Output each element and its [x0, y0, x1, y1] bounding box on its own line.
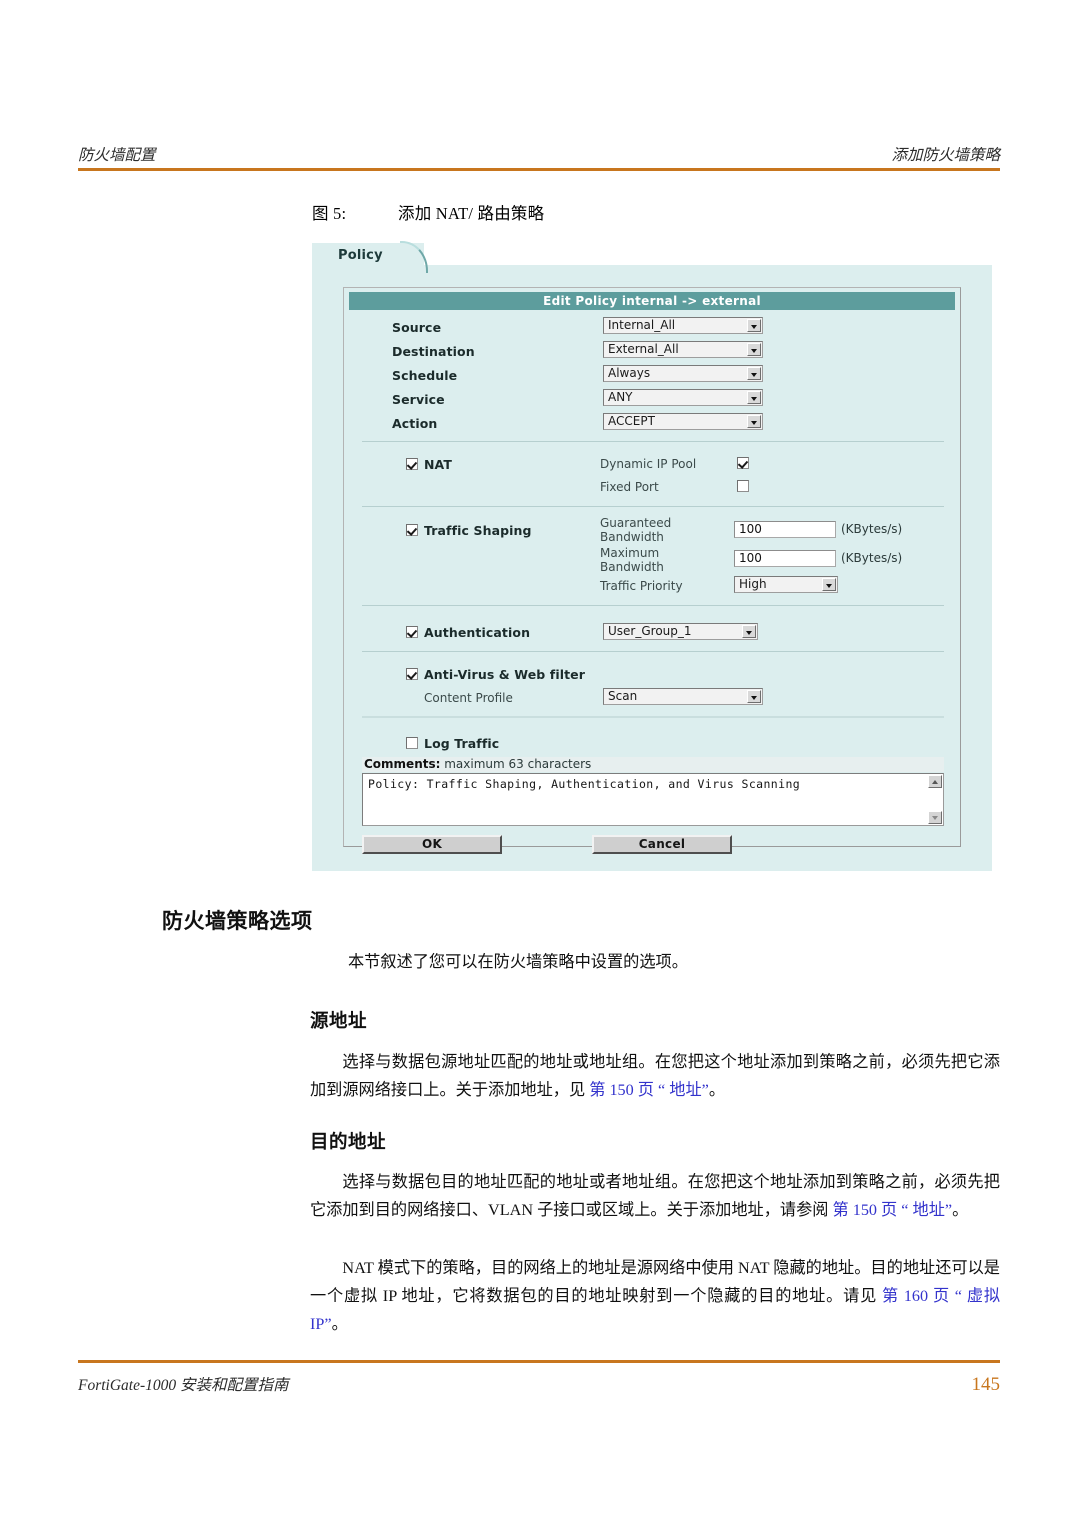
comments-bar: Comments: maximum 63 characters: [364, 757, 591, 771]
screenshot-figure: Policy Edit Policy internal -> external …: [312, 241, 992, 871]
comments-hint: maximum 63 characters: [440, 757, 592, 771]
select-source-value: Internal_All: [608, 318, 676, 332]
chevron-down-icon[interactable]: [747, 690, 761, 703]
label-source: Source: [392, 320, 442, 335]
checkbox-traffic-shaping[interactable]: [406, 524, 418, 536]
input-guaranteed-bandwidth-value: 100: [739, 522, 762, 536]
input-guaranteed-bandwidth[interactable]: 100: [734, 521, 836, 538]
tab-policy[interactable]: Policy: [312, 241, 428, 273]
comments-textarea[interactable]: Policy: Traffic Shaping, Authentication,…: [362, 773, 944, 826]
footer-title: FortiGate-1000 安装和配置指南: [78, 1377, 289, 1394]
select-schedule[interactable]: Always: [603, 365, 763, 382]
select-traffic-priority-value: High: [739, 577, 767, 591]
checkbox-nat[interactable]: [406, 458, 418, 470]
page-number: 145: [971, 1374, 1001, 1395]
label-service: Service: [392, 392, 445, 407]
paragraph-source-text-2: 。: [708, 1081, 726, 1099]
chevron-down-icon[interactable]: [747, 415, 761, 428]
label-content-profile: Content Profile: [424, 691, 513, 705]
input-maximum-bandwidth[interactable]: 100: [734, 550, 836, 567]
unit-maximum-bandwidth: (KBytes/s): [841, 551, 903, 565]
divider: [362, 716, 944, 718]
select-service[interactable]: ANY: [603, 389, 763, 406]
divider: [362, 506, 944, 507]
heading-destination-address: 目的地址: [310, 1133, 387, 1153]
footer-rule: [78, 1360, 1000, 1363]
chevron-down-icon[interactable]: [747, 391, 761, 404]
xref-address-150[interactable]: 第 150 页 “ 地址”: [589, 1081, 709, 1099]
comments-label: Comments:: [364, 757, 441, 771]
chevron-down-icon[interactable]: [747, 367, 761, 380]
running-head-right: 添加防火墙策略: [891, 147, 1000, 164]
heading-source-address: 源地址: [310, 1012, 368, 1032]
edit-policy-form: Edit Policy internal -> external Source …: [343, 287, 961, 854]
select-schedule-value: Always: [608, 366, 651, 380]
label-log-traffic: Log Traffic: [424, 736, 500, 751]
divider: [362, 441, 944, 442]
checkbox-authentication[interactable]: [406, 626, 418, 638]
select-destination-value: External_All: [608, 342, 679, 356]
paragraph-destination-address: 选择与数据包目的地址匹配的地址或者地址组。在您把这个地址添加到策略之前，必须先把…: [310, 1168, 1000, 1224]
label-dynamic-ip-pool: Dynamic IP Pool: [600, 457, 697, 471]
select-source[interactable]: Internal_All: [603, 317, 763, 334]
select-content-profile-value: Scan: [608, 689, 638, 703]
label-maximum-bandwidth-line2: Bandwidth: [600, 560, 664, 574]
select-action[interactable]: ACCEPT: [603, 413, 763, 430]
paragraph-source-address: 选择与数据包源地址匹配的地址或地址组。在您把这个地址添加到策略之前，必须先把它添…: [310, 1048, 1000, 1104]
figure-caption: 图 5: 添加 NAT/ 路由策略: [312, 200, 544, 224]
comments-textarea-value: Policy: Traffic Shaping, Authentication,…: [368, 777, 801, 791]
paragraph-dest-text-2: 。: [952, 1201, 969, 1219]
select-traffic-priority[interactable]: High: [734, 576, 838, 593]
label-traffic-priority: Traffic Priority: [600, 579, 683, 593]
chevron-down-icon[interactable]: [822, 578, 836, 591]
label-traffic-shaping: Traffic Shaping: [424, 523, 532, 538]
paragraph-nat-mode: NAT 模式下的策略，目的网络上的地址是源网络中使用 NAT 隐藏的地址。目的地…: [310, 1254, 1000, 1338]
divider: [362, 605, 944, 606]
label-fixed-port: Fixed Port: [600, 480, 659, 494]
select-user-group[interactable]: User_Group_1: [603, 623, 758, 640]
intro-paragraph: 本节叙述了您可以在防火墙策略中设置的选项。: [348, 953, 688, 971]
input-maximum-bandwidth-value: 100: [739, 551, 762, 565]
select-service-value: ANY: [608, 390, 633, 404]
select-content-profile[interactable]: Scan: [603, 688, 763, 705]
tab-row-filler: [424, 243, 992, 265]
divider: [362, 651, 944, 652]
select-user-group-value: User_Group_1: [608, 624, 692, 638]
checkbox-antivirus-webfilter[interactable]: [406, 668, 418, 680]
chevron-down-icon[interactable]: [747, 319, 761, 332]
checkbox-log-traffic[interactable]: [406, 737, 418, 749]
label-guaranteed-bandwidth-line2: Bandwidth: [600, 530, 664, 544]
checkbox-fixed-port[interactable]: [737, 480, 749, 492]
cancel-button[interactable]: Cancel: [592, 835, 732, 854]
label-schedule: Schedule: [392, 368, 458, 383]
ok-button[interactable]: OK: [362, 835, 502, 854]
select-action-value: ACCEPT: [608, 414, 655, 428]
chevron-down-icon[interactable]: [742, 625, 756, 638]
label-authentication: Authentication: [424, 625, 531, 640]
page-title: 防火墙策略选项: [162, 909, 313, 933]
select-destination[interactable]: External_All: [603, 341, 763, 358]
xref-address-150-2[interactable]: 第 150 页 “ 地址”: [833, 1201, 953, 1219]
figure-number: 图 5:: [312, 204, 347, 223]
label-antivirus-webfilter: Anti-Virus & Web filter: [424, 667, 586, 682]
scroll-down-icon[interactable]: [928, 811, 942, 824]
unit-guaranteed-bandwidth: (KBytes/s): [841, 522, 903, 536]
header-rule: [78, 168, 1000, 171]
tab-policy-label: Policy: [338, 248, 383, 263]
label-maximum-bandwidth-line1: Maximum: [600, 546, 660, 560]
checkbox-dynamic-ip-pool[interactable]: [737, 457, 749, 469]
page-footer: FortiGate-1000 安装和配置指南 145: [78, 1373, 1000, 1396]
running-head-left: 防火墙配置: [78, 147, 156, 164]
label-action: Action: [392, 416, 438, 431]
label-destination: Destination: [392, 344, 475, 359]
paragraph-nat-text-2: 。: [331, 1315, 348, 1333]
label-nat: NAT: [424, 457, 452, 472]
running-head: 防火墙配置 添加防火墙策略: [78, 143, 1000, 165]
form-title-bar: Edit Policy internal -> external: [349, 292, 955, 310]
chevron-down-icon[interactable]: [747, 343, 761, 356]
label-guaranteed-bandwidth-line1: Guaranteed: [600, 516, 672, 530]
scroll-up-icon[interactable]: [928, 775, 942, 788]
figure-caption-text: 添加 NAT/ 路由策略: [398, 204, 545, 223]
